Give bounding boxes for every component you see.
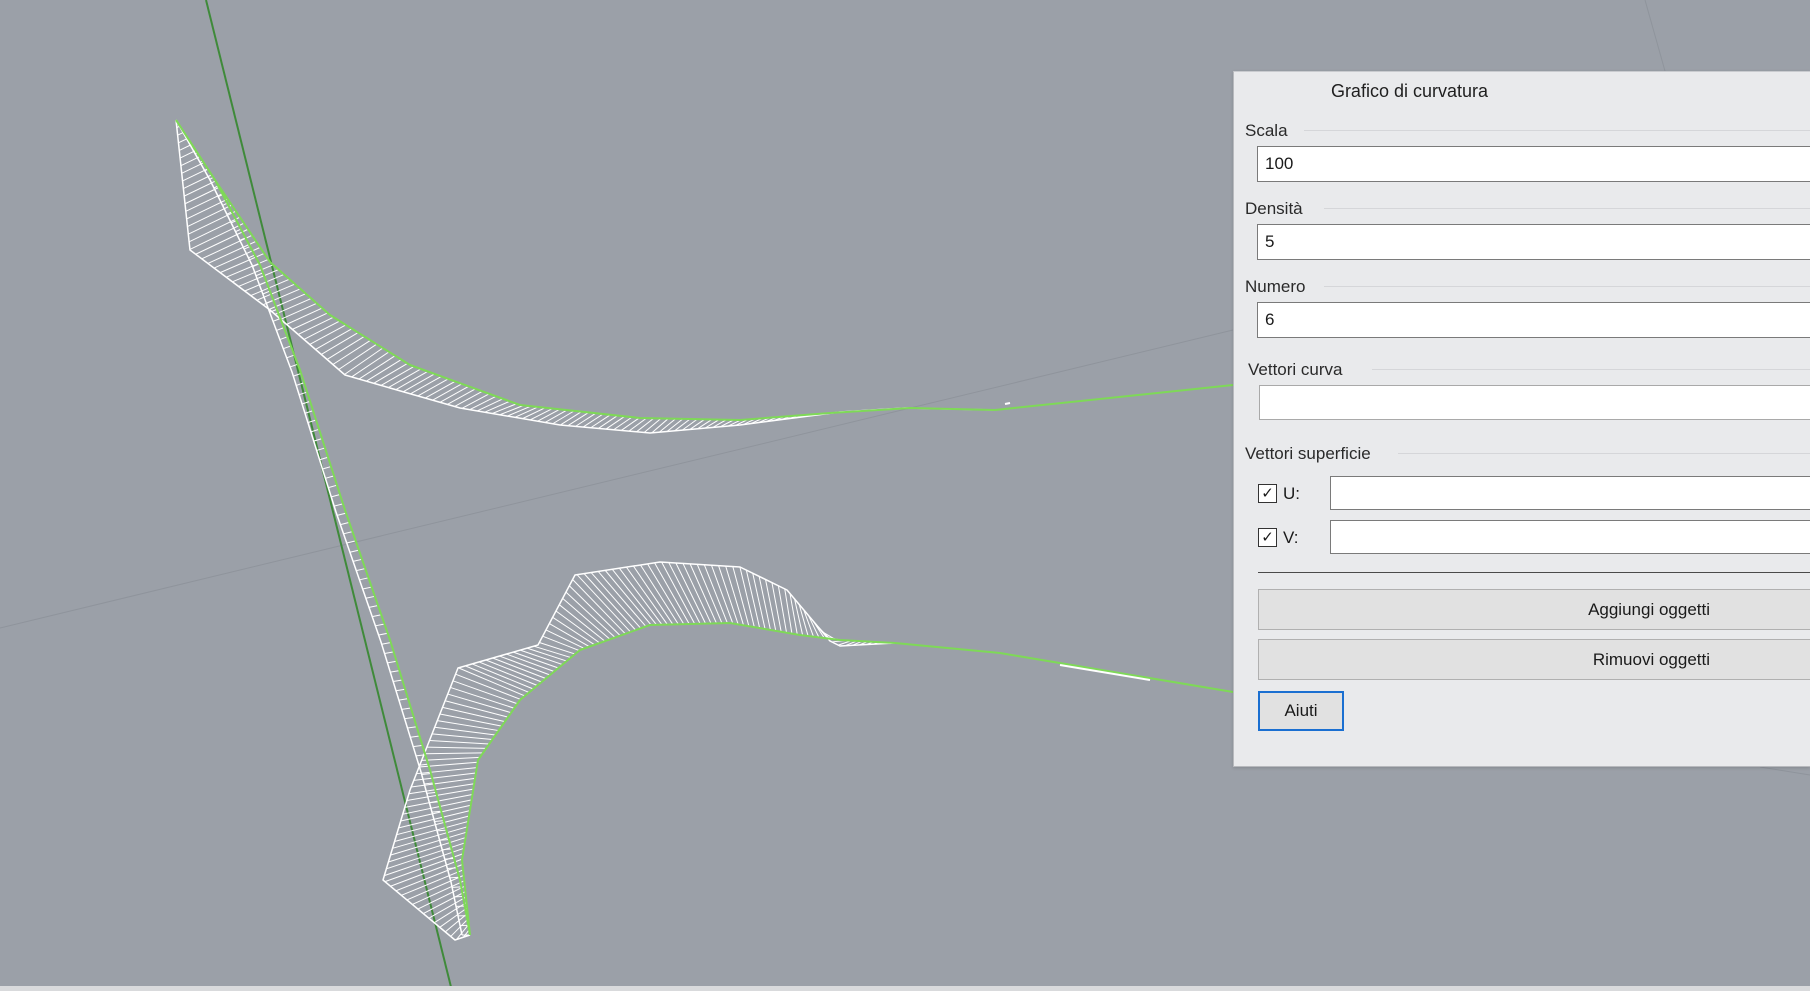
curvature-graph-panel: Grafico di curvatura Scala Densità Numer… xyxy=(1233,71,1810,767)
comb-tooth xyxy=(444,857,455,860)
scala-label: Scala xyxy=(1245,121,1288,140)
comb-tooth xyxy=(442,848,452,851)
u-checkbox[interactable]: ✓ xyxy=(1258,484,1277,503)
help-button[interactable]: Aiuti xyxy=(1258,691,1344,731)
vettori-superficie-separator xyxy=(1398,453,1810,454)
checkmark-icon: ✓ xyxy=(1261,485,1274,502)
densita-separator xyxy=(1324,208,1810,209)
comb-tooth xyxy=(449,876,460,879)
curve-top-highlight xyxy=(1004,402,1011,405)
v-vector-field[interactable] xyxy=(1330,520,1810,554)
remove-objects-button[interactable]: Rimuovi oggetti xyxy=(1258,639,1810,680)
numero-input[interactable] xyxy=(1257,302,1810,338)
add-objects-button[interactable]: Aggiungi oggetti xyxy=(1258,589,1810,630)
u-vector-field[interactable] xyxy=(1330,476,1810,510)
vettori-superficie-label: Vettori superficie xyxy=(1245,444,1371,463)
scala-input[interactable] xyxy=(1257,146,1810,182)
panel-title: Grafico di curvatura xyxy=(1330,81,1488,101)
densita-label: Densità xyxy=(1245,199,1303,218)
u-label: U: xyxy=(1283,484,1300,503)
numero-separator xyxy=(1324,286,1810,287)
vettori-curva-label: Vettori curva xyxy=(1248,360,1343,379)
vettori-curva-separator xyxy=(1372,369,1810,370)
comb-tooth xyxy=(447,867,457,869)
panel-divider xyxy=(1258,572,1810,573)
densita-input[interactable] xyxy=(1257,224,1810,260)
vettori-curva-input[interactable] xyxy=(1259,385,1810,420)
v-label: V: xyxy=(1283,528,1299,547)
status-strip xyxy=(0,986,1810,991)
numero-label: Numero xyxy=(1245,277,1306,296)
v-checkbox[interactable]: ✓ xyxy=(1258,528,1277,547)
checkmark-icon: ✓ xyxy=(1261,529,1274,546)
scala-separator xyxy=(1304,130,1810,131)
